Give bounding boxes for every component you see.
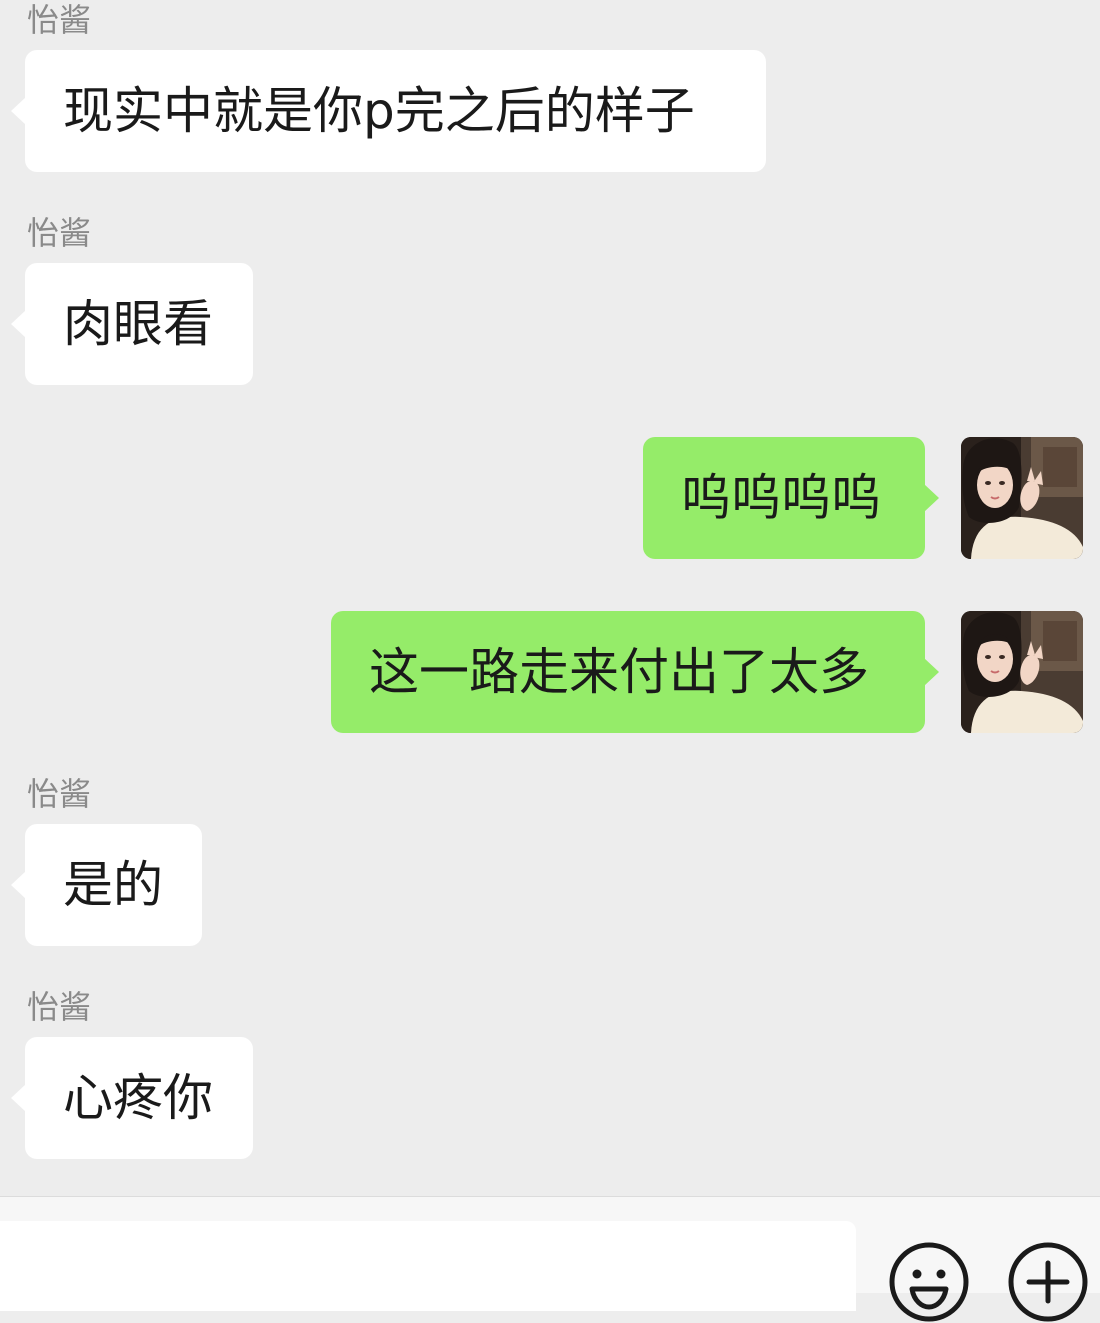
incoming-message-bubble[interactable]: 是的 — [11, 824, 202, 946]
incoming-message-bubble[interactable]: 现实中就是你p完之后的样子 — [11, 50, 766, 172]
user-avatar[interactable] — [961, 611, 1083, 733]
outgoing-message-bubble[interactable]: 这一路走来付出了太多 — [331, 611, 939, 733]
incoming-message-bubble[interactable]: 肉眼看 — [11, 263, 253, 385]
message-input-bar — [0, 1196, 1100, 1322]
sender-name: 怡酱 — [27, 1, 92, 39]
emoji-button[interactable] — [888, 1241, 970, 1323]
plus-icon — [1008, 1242, 1088, 1322]
more-functions-button[interactable] — [1007, 1241, 1089, 1323]
user-avatar-photo-icon — [961, 437, 1083, 559]
sender-name: 怡酱 — [27, 775, 92, 813]
user-avatar[interactable] — [961, 437, 1083, 559]
outgoing-message-bubble[interactable]: 呜呜呜呜 — [643, 437, 939, 559]
user-avatar-photo-icon — [961, 611, 1083, 733]
incoming-message-bubble[interactable]: 心疼你 — [11, 1037, 253, 1159]
message-text-input[interactable] — [0, 1221, 856, 1311]
sender-name: 怡酱 — [27, 988, 92, 1026]
emoji-icon — [889, 1242, 969, 1322]
sender-name: 怡酱 — [27, 214, 92, 252]
chat-message-list[interactable]: 怡酱 现实中就是你p完之后的样子 怡酱 肉眼看 呜呜呜呜 这一路走来付出了太多 — [0, 0, 1100, 1196]
